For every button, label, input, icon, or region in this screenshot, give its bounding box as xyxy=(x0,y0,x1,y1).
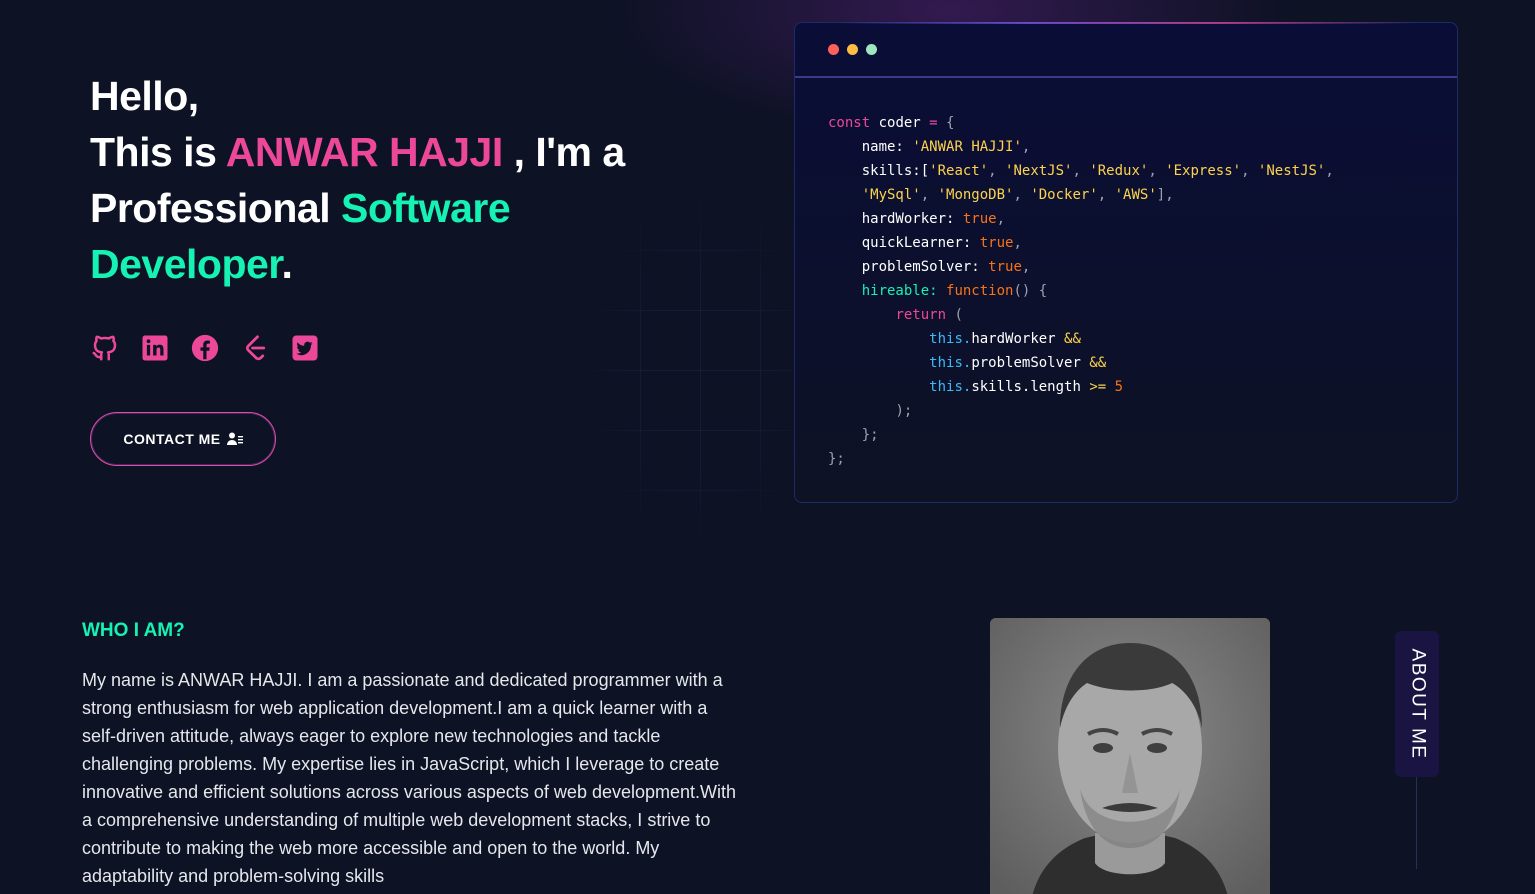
code-token: hardWorker xyxy=(971,331,1056,347)
code-skill: 'NestJS' xyxy=(1257,163,1326,179)
code-token: this. xyxy=(929,331,972,347)
contact-me-button[interactable]: CONTACT ME xyxy=(90,412,276,466)
code-token: hireable: xyxy=(861,283,938,299)
window-dot-red xyxy=(828,44,839,55)
contact-me-label: CONTACT ME xyxy=(123,431,221,447)
code-window: const coder = { name: 'ANWAR HAJJI', ski… xyxy=(794,22,1458,503)
code-token: >= xyxy=(1089,379,1107,395)
about-section-title: WHO I AM? xyxy=(82,620,185,641)
side-tab-label: ABOUT ME xyxy=(1407,648,1429,760)
code-block: const coder = { name: 'ANWAR HAJJI', ski… xyxy=(828,115,1334,467)
code-token: hardWorker: xyxy=(861,211,955,227)
code-token: const xyxy=(828,115,871,131)
code-token: true xyxy=(979,235,1014,251)
profile-photo-illustration xyxy=(990,618,1270,894)
code-token: && xyxy=(1089,355,1107,371)
facebook-icon[interactable] xyxy=(190,333,220,363)
code-token: { xyxy=(937,115,955,131)
code-token: function xyxy=(946,283,1014,299)
code-token: && xyxy=(1064,331,1081,347)
code-token: }; xyxy=(861,427,879,443)
profile-photo xyxy=(990,618,1270,894)
user-list-icon xyxy=(226,432,243,445)
hero-role-prefix: Professional xyxy=(90,185,341,231)
window-dot-yellow xyxy=(847,44,858,55)
code-token: this. xyxy=(929,355,972,371)
code-skill: 'Redux' xyxy=(1089,163,1149,179)
code-skill: 'AWS' xyxy=(1114,187,1157,203)
code-token: problemSolver: xyxy=(861,259,980,275)
hero-name: ANWAR HAJJI xyxy=(225,129,503,175)
social-links xyxy=(90,333,320,363)
code-skill: 'NextJS' xyxy=(1005,163,1073,179)
code-window-titlebar xyxy=(795,23,1457,78)
leetcode-icon[interactable] xyxy=(240,333,270,363)
code-window-accent xyxy=(835,22,1417,24)
hero-heading: Hello, This is ANWAR HAJJI , I'm a Profe… xyxy=(90,68,710,292)
code-token: skills.length xyxy=(971,379,1081,395)
code-token: return xyxy=(895,307,947,323)
code-skill: 'React' xyxy=(929,163,989,179)
code-token: ); xyxy=(895,403,913,419)
linkedin-icon[interactable] xyxy=(140,333,170,363)
code-token: coder xyxy=(870,115,930,131)
code-token: 'ANWAR HAJJI' xyxy=(912,139,1022,155)
hero-period: . xyxy=(281,241,293,287)
code-token: name: xyxy=(861,139,904,155)
code-skill: 'MySql' xyxy=(861,187,921,203)
window-dot-green xyxy=(866,44,877,55)
hero-role-word1: Software xyxy=(340,185,511,231)
code-token: this. xyxy=(929,379,972,395)
twitter-icon[interactable] xyxy=(290,333,320,363)
code-token: }; xyxy=(828,451,845,467)
code-token: quickLearner: xyxy=(861,235,972,251)
code-token: true xyxy=(988,259,1022,275)
about-paragraph: My name is ANWAR HAJJI. I am a passionat… xyxy=(82,670,737,886)
code-token: = xyxy=(929,115,938,131)
about-me-side-tab: ABOUT ME xyxy=(1395,631,1439,777)
code-token: 5 xyxy=(1114,379,1124,395)
code-skill: 'Express' xyxy=(1165,163,1242,179)
code-token: problemSolver xyxy=(971,355,1081,371)
hero-greeting: Hello, xyxy=(90,73,199,119)
code-token: () { xyxy=(1013,283,1048,299)
code-skill: 'MongoDB' xyxy=(937,187,1014,203)
hero-role-word2: Developer xyxy=(90,241,282,287)
code-token: skills:[ xyxy=(861,163,930,179)
hero-intro-suffix: , I'm a xyxy=(502,129,626,175)
code-token: , xyxy=(1021,139,1031,155)
code-token: ( xyxy=(946,307,963,323)
code-skill: 'Docker' xyxy=(1030,187,1098,203)
github-icon[interactable] xyxy=(90,333,120,363)
side-tab-line xyxy=(1416,777,1417,869)
code-token: true xyxy=(962,211,997,227)
hero-intro-prefix: This is xyxy=(90,129,226,175)
